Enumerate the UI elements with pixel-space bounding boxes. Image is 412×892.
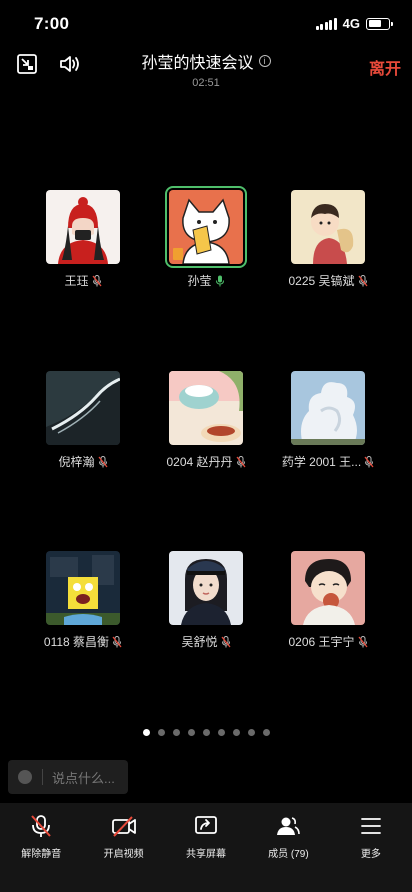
- meeting-title-row[interactable]: 孙莹的快速会议 i: [141, 49, 271, 73]
- participant-name: 0204 赵丹丹: [166, 455, 233, 469]
- signal-icon: [315, 17, 337, 30]
- meeting-title: 孙莹的快速会议: [141, 55, 254, 72]
- participant-tile[interactable]: 0206 王宇宁: [268, 551, 388, 651]
- leave-button[interactable]: 离开: [369, 55, 401, 79]
- members-icon: [277, 817, 301, 835]
- avatar: [169, 551, 243, 625]
- mic-muted-icon: [236, 455, 246, 467]
- participant-tile[interactable]: 药学 2001 王...: [268, 371, 388, 471]
- participant-name: 0118 蔡昌衡: [43, 635, 110, 649]
- start-video-button[interactable]: 开启视频: [82, 803, 164, 892]
- participant-name: 倪梓瀚: [58, 455, 95, 469]
- members-button[interactable]: 成员 (79): [247, 803, 329, 892]
- participant-name: 0225 吴镐斌: [288, 274, 355, 288]
- participant-name-row: 0204 赵丹丹: [166, 453, 246, 470]
- emoji-icon[interactable]: [18, 770, 32, 784]
- page-dot[interactable]: [157, 729, 165, 736]
- mic-muted-icon: [112, 635, 122, 647]
- participant-tile[interactable]: 吴舒悦: [146, 551, 266, 651]
- page-dot[interactable]: [217, 729, 225, 736]
- page-dot[interactable]: [172, 729, 180, 736]
- avatar: [46, 551, 120, 625]
- page-indicator[interactable]: [0, 729, 412, 736]
- page-dot[interactable]: [187, 729, 195, 736]
- participant-tile[interactable]: 0204 赵丹丹: [146, 371, 266, 471]
- info-icon[interactable]: i: [258, 55, 271, 67]
- avatar: [169, 371, 243, 445]
- battery-icon: [366, 17, 393, 30]
- mic-muted-icon: [97, 455, 108, 467]
- participant-name-row: 0206 王宇宁: [288, 633, 368, 650]
- participant-name-row: 倪梓瀚: [58, 453, 108, 470]
- page-dot[interactable]: [142, 729, 150, 736]
- page-dot[interactable]: [247, 729, 255, 736]
- battery-level: [368, 20, 381, 27]
- participant-name: 王珏: [64, 274, 89, 288]
- page-dot[interactable]: [232, 729, 240, 736]
- avatar-speaking: [165, 186, 247, 268]
- participant-name: 孙莹: [187, 274, 212, 288]
- mic-muted-icon: [358, 635, 368, 647]
- participant-name-row: 吴舒悦: [181, 633, 231, 650]
- avatar: [46, 371, 120, 445]
- participant-name: 吴舒悦: [181, 635, 218, 649]
- chat-input[interactable]: 说点什么...: [8, 760, 128, 794]
- start-video-label: 开启视频: [103, 849, 144, 860]
- video-off-icon: [111, 816, 136, 837]
- participant-name-row: 药学 2001 王...: [282, 453, 374, 470]
- chat-placeholder: 说点什么...: [52, 770, 115, 786]
- participant-tile[interactable]: 王珏: [23, 190, 143, 290]
- status-indicators: 4G: [315, 16, 393, 31]
- participant-name: 0206 王宇宁: [288, 635, 355, 649]
- participant-tile[interactable]: 0118 蔡昌衡: [23, 551, 143, 651]
- avatar: [291, 371, 365, 445]
- meeting-title-area: 孙莹的快速会议 i 02:51: [0, 49, 412, 89]
- participant-name-row: 0118 蔡昌衡: [44, 633, 122, 650]
- mic-muted-icon: [358, 274, 368, 286]
- members-label: 成员 (79): [268, 849, 309, 860]
- mic-active-icon: [215, 275, 224, 286]
- share-screen-icon: [195, 816, 217, 834]
- avatar: [46, 190, 120, 264]
- participant-name-row: 0225 吴镐斌: [288, 272, 368, 289]
- meeting-toolbar: 解除静音 开启视频 共享屏幕 成员 (79) 更多: [0, 803, 412, 892]
- page-dot[interactable]: [202, 729, 210, 736]
- participant-name-row: 王珏: [64, 272, 102, 289]
- status-bar: 7:00 4G: [0, 0, 412, 44]
- status-time: 7:00: [34, 14, 70, 33]
- menu-icon: [360, 818, 381, 834]
- unmute-button[interactable]: 解除静音: [0, 803, 82, 892]
- page-dot[interactable]: [262, 729, 270, 736]
- chat-divider: [42, 769, 43, 785]
- share-screen-label: 共享屏幕: [186, 849, 227, 860]
- participant-name: 药学 2001 王...: [281, 455, 362, 469]
- mic-muted-icon: [220, 635, 231, 647]
- participant-name-row: 孙莹: [187, 272, 224, 289]
- avatar: [291, 190, 365, 264]
- participant-tile[interactable]: 孙莹: [146, 186, 266, 290]
- participant-tile[interactable]: 倪梓瀚: [23, 371, 143, 471]
- network-type: 4G: [342, 16, 360, 31]
- share-screen-button[interactable]: 共享屏幕: [165, 803, 247, 892]
- avatar: [291, 551, 365, 625]
- mic-muted-icon: [364, 455, 374, 467]
- mic-off-icon: [31, 815, 51, 837]
- more-label: 更多: [360, 849, 381, 860]
- participant-tile[interactable]: 0225 吴镐斌: [268, 190, 388, 290]
- mic-muted-icon: [91, 274, 102, 286]
- more-button[interactable]: 更多: [330, 803, 412, 892]
- meeting-timer: 02:51: [192, 77, 220, 89]
- meeting-header: 孙莹的快速会议 i 02:51 离开: [0, 44, 412, 90]
- unmute-label: 解除静音: [21, 849, 62, 860]
